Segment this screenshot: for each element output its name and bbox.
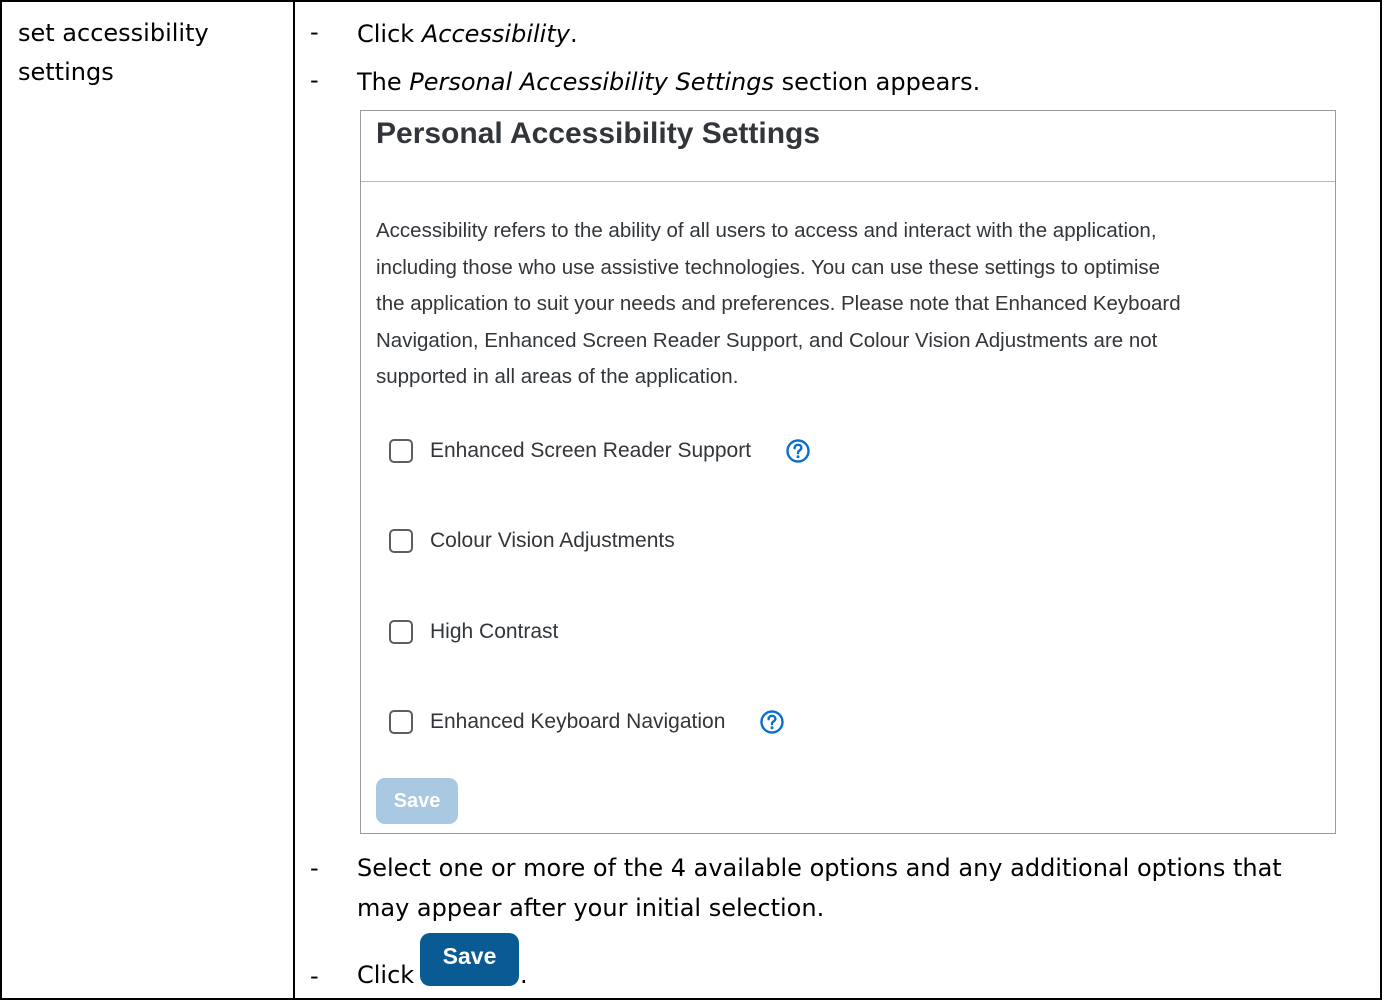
keyboard-navigation-checkbox[interactable] — [389, 710, 413, 734]
option-colour-vision[interactable]: Colour Vision Adjustments — [389, 526, 675, 556]
help-circle-icon[interactable] — [785, 438, 811, 464]
option-enhanced-screen-reader[interactable]: Enhanced Screen Reader Support — [389, 436, 811, 466]
step-1-prefix: Click — [357, 20, 422, 48]
option-label: Enhanced Screen Reader Support — [430, 439, 752, 462]
description-line: the application to suit your needs and p… — [376, 292, 1181, 316]
step-1-emphasis: Accessibility — [421, 20, 570, 48]
step-dash: - — [310, 66, 319, 94]
step-dash: - — [310, 854, 319, 882]
step-2-prefix: The — [357, 68, 410, 96]
save-button[interactable]: Save — [420, 933, 519, 986]
save-button-disabled[interactable]: Save — [376, 778, 458, 824]
step-dash: - — [310, 962, 319, 990]
step-dash: - — [310, 18, 319, 46]
task-line-2: settings — [18, 58, 114, 86]
panel-title: Personal Accessibility Settings — [376, 117, 821, 150]
step-2-emphasis: Personal Accessibility Settings — [409, 68, 774, 96]
step-1-text: Click Accessibility. — [357, 14, 578, 54]
step-3-line-2: may appear after your initial selection. — [357, 894, 825, 922]
help-circle-icon[interactable] — [759, 709, 785, 735]
description-line: supported in all areas of the applicatio… — [376, 365, 739, 389]
step-2-suffix: section appears. — [773, 68, 981, 96]
step-4-suffix: . — [520, 961, 528, 989]
option-label: High Contrast — [430, 620, 559, 643]
step-2-text: The Personal Accessibility Settings sect… — [357, 62, 980, 102]
step-1-suffix: . — [569, 20, 578, 48]
screen-reader-checkbox[interactable] — [389, 439, 413, 463]
panel-description: Accessibility refers to the ability of a… — [376, 213, 1331, 396]
description-line: Navigation, Enhanced Screen Reader Suppo… — [376, 328, 1158, 352]
option-label: Colour Vision Adjustments — [430, 529, 675, 552]
task-cell: set accessibility settings — [18, 14, 278, 92]
accessibility-settings-panel: Personal Accessibility Settings Accessib… — [360, 110, 1336, 834]
high-contrast-checkbox[interactable] — [389, 620, 413, 644]
step-3-line-1: Select one or more of the 4 available op… — [357, 854, 1282, 882]
option-enhanced-keyboard[interactable]: Enhanced Keyboard Navigation — [389, 707, 785, 737]
option-label: Enhanced Keyboard Navigation — [430, 710, 726, 733]
colour-vision-checkbox[interactable] — [389, 529, 413, 553]
step-4-prefix: Click — [357, 961, 415, 989]
description-line: Accessibility refers to the ability of a… — [376, 219, 1157, 242]
title-divider — [361, 181, 1335, 182]
column-divider — [293, 0, 295, 1000]
description-line: including those who use assistive techno… — [376, 255, 1161, 279]
option-high-contrast[interactable]: High Contrast — [389, 617, 558, 647]
task-line-1: set accessibility — [18, 19, 209, 47]
